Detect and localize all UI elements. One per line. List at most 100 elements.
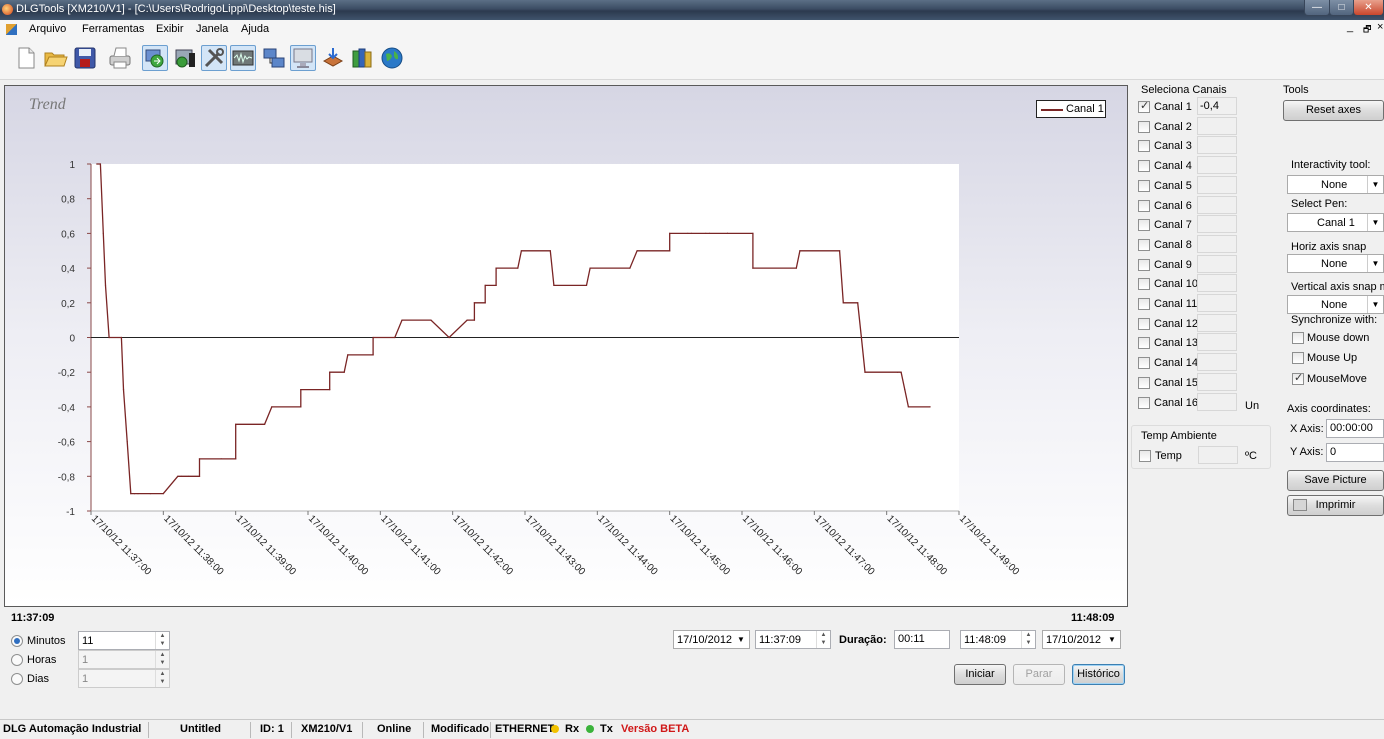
menu-arquivo[interactable]: Arquivo [29,23,66,35]
channel-15-checkbox[interactable] [1138,376,1150,389]
dias-radio[interactable] [11,673,23,685]
select-pen-select[interactable]: Canal 1 ▼ [1287,213,1384,232]
start-date-picker[interactable]: 17/10/2012 ▼ [673,630,750,649]
install-icon[interactable] [320,45,346,71]
channel-16-checkbox[interactable] [1138,396,1150,409]
x-tick-label: 17/10/12 11:41:00 [378,513,443,578]
tools-icon[interactable] [201,45,227,71]
menu-janela[interactable]: Janela [196,23,228,35]
status-divider [490,722,491,738]
menu-exibir[interactable]: Exibir [156,23,184,35]
mdi-restore-button[interactable]: 🗗 [1363,22,1371,38]
x-axis-field[interactable]: 00:00:00 [1326,419,1384,438]
series-point [122,389,125,391]
x-tick-label: 17/10/12 11:40:00 [306,513,371,578]
waveform-icon[interactable] [230,45,256,71]
spinner-arrows-icon[interactable]: ▲ ▼ [1021,631,1035,648]
mdi-child-icon[interactable] [6,24,17,35]
interactivity-select[interactable]: None ▼ [1287,175,1384,194]
horas-spinner[interactable]: 1 ▲ ▼ [78,650,170,669]
save-picture-button[interactable]: Save Picture [1287,470,1384,491]
y-tick-label: 0,6 [61,229,75,240]
series-point [372,354,374,356]
close-button[interactable]: ✕ [1353,0,1384,16]
channel-10-checkbox[interactable] [1138,278,1150,291]
mdi-minimize-button[interactable]: _ [1347,21,1353,33]
channel-7-checkbox[interactable] [1138,219,1150,232]
channel-11-value [1197,294,1237,312]
channel-9-checkbox[interactable] [1138,258,1150,271]
channel-1-checkbox[interactable] [1138,99,1150,113]
imprimir-button[interactable]: Imprimir [1287,495,1384,516]
temp-checkbox[interactable] [1139,450,1151,462]
mouse-move-checkbox[interactable] [1292,371,1304,385]
series-point [130,493,132,495]
globe-icon[interactable] [379,45,405,71]
spinner-arrows-icon[interactable]: ▲ ▼ [816,631,830,648]
duracao-field[interactable]: 00:11 [894,630,950,649]
chevron-down-icon: ▼ [1367,255,1383,272]
spinner-arrows-icon[interactable]: ▲ ▼ [155,651,169,668]
monitor-icon[interactable] [290,45,316,71]
printer-icon [1293,499,1307,511]
mouse-up-checkbox[interactable] [1292,352,1304,364]
series-point [495,284,497,286]
mdi-close-button[interactable]: × [1377,21,1383,33]
end-date-picker[interactable]: 17/10/2012 ▼ [1042,630,1121,649]
vert-snap-select[interactable]: None ▼ [1287,295,1384,314]
channel-14-checkbox[interactable] [1138,357,1150,370]
start-time-field[interactable]: 11:37:09 ▲ ▼ [755,630,831,649]
print-icon[interactable] [107,45,133,71]
iniciar-button[interactable]: Iniciar [954,664,1006,685]
books-icon[interactable] [349,45,375,71]
series-point [860,336,863,339]
maximize-button[interactable]: □ [1329,0,1354,16]
channel-12-checkbox[interactable] [1138,317,1150,330]
channel-5-checkbox[interactable] [1138,179,1150,192]
tools-group: Tools Reset axes Interactivity tool: Non… [1275,80,1384,520]
horiz-snap-select[interactable]: None ▼ [1287,254,1384,273]
y-axis-field[interactable]: 0 [1326,443,1384,462]
channel-4-checkbox[interactable] [1138,160,1150,173]
series-point [473,302,475,304]
channel-2-checkbox[interactable] [1138,120,1150,133]
menu-ajuda[interactable]: Ajuda [241,23,269,35]
save-icon[interactable] [72,45,98,71]
status-divider [250,722,251,738]
series-point [137,493,139,495]
new-file-icon[interactable] [13,45,39,71]
open-folder-icon[interactable] [42,45,68,71]
trend-chart-panel[interactable]: Trend Canal 1 1 0,8 0,6 0,4 0,2 0 -0,2 -0,4 -0,6… [4,85,1128,607]
series-point [99,163,101,165]
channel-8-checkbox[interactable] [1138,238,1150,251]
parar-button[interactable]: Parar [1013,664,1065,685]
end-time-field[interactable]: 11:48:09 ▲ ▼ [960,630,1036,649]
reset-axes-button[interactable]: Reset axes [1283,100,1384,121]
horas-radio[interactable] [11,654,23,666]
dias-spinner[interactable]: 1 ▲ ▼ [78,669,170,688]
channel-11-checkbox[interactable] [1138,298,1150,310]
network-icon[interactable] [261,45,287,71]
menu-ferramentas[interactable]: Ferramentas [82,23,144,35]
audio-icon[interactable] [172,45,198,71]
minutos-radio[interactable] [11,635,23,647]
channels-group: Seleciona Canais Canal 1 -0,4 Canal 2 Canal… [1131,80,1271,420]
mouse-down-checkbox[interactable] [1292,332,1304,344]
minimize-button[interactable]: — [1304,0,1330,16]
spinner-arrows-icon[interactable]: ▲ ▼ [155,670,169,687]
x-tick-label: 17/10/12 11:42:00 [451,513,516,578]
mouse-down-label: Mouse down [1307,332,1370,344]
channel-13-checkbox[interactable] [1138,337,1150,350]
series-point [669,250,671,252]
channel-6-checkbox[interactable] [1138,199,1150,212]
sync-icon[interactable] [142,45,168,71]
series-point [300,406,302,408]
status-device: XM210/V1 [301,723,353,735]
series-point [900,371,902,373]
channel-3-checkbox[interactable] [1138,140,1150,153]
historico-button[interactable]: Histórico [1072,664,1125,685]
minutos-spinner[interactable]: 11 ▲ ▼ [78,631,170,650]
status-document: Untitled [180,723,221,735]
trend-chart[interactable]: 1 0,8 0,6 0,4 0,2 0 -0,2 -0,4 -0,6 -0,8 -1 17/10/12… [5,86,1127,606]
spinner-arrows-icon[interactable]: ▲ ▼ [155,632,169,649]
